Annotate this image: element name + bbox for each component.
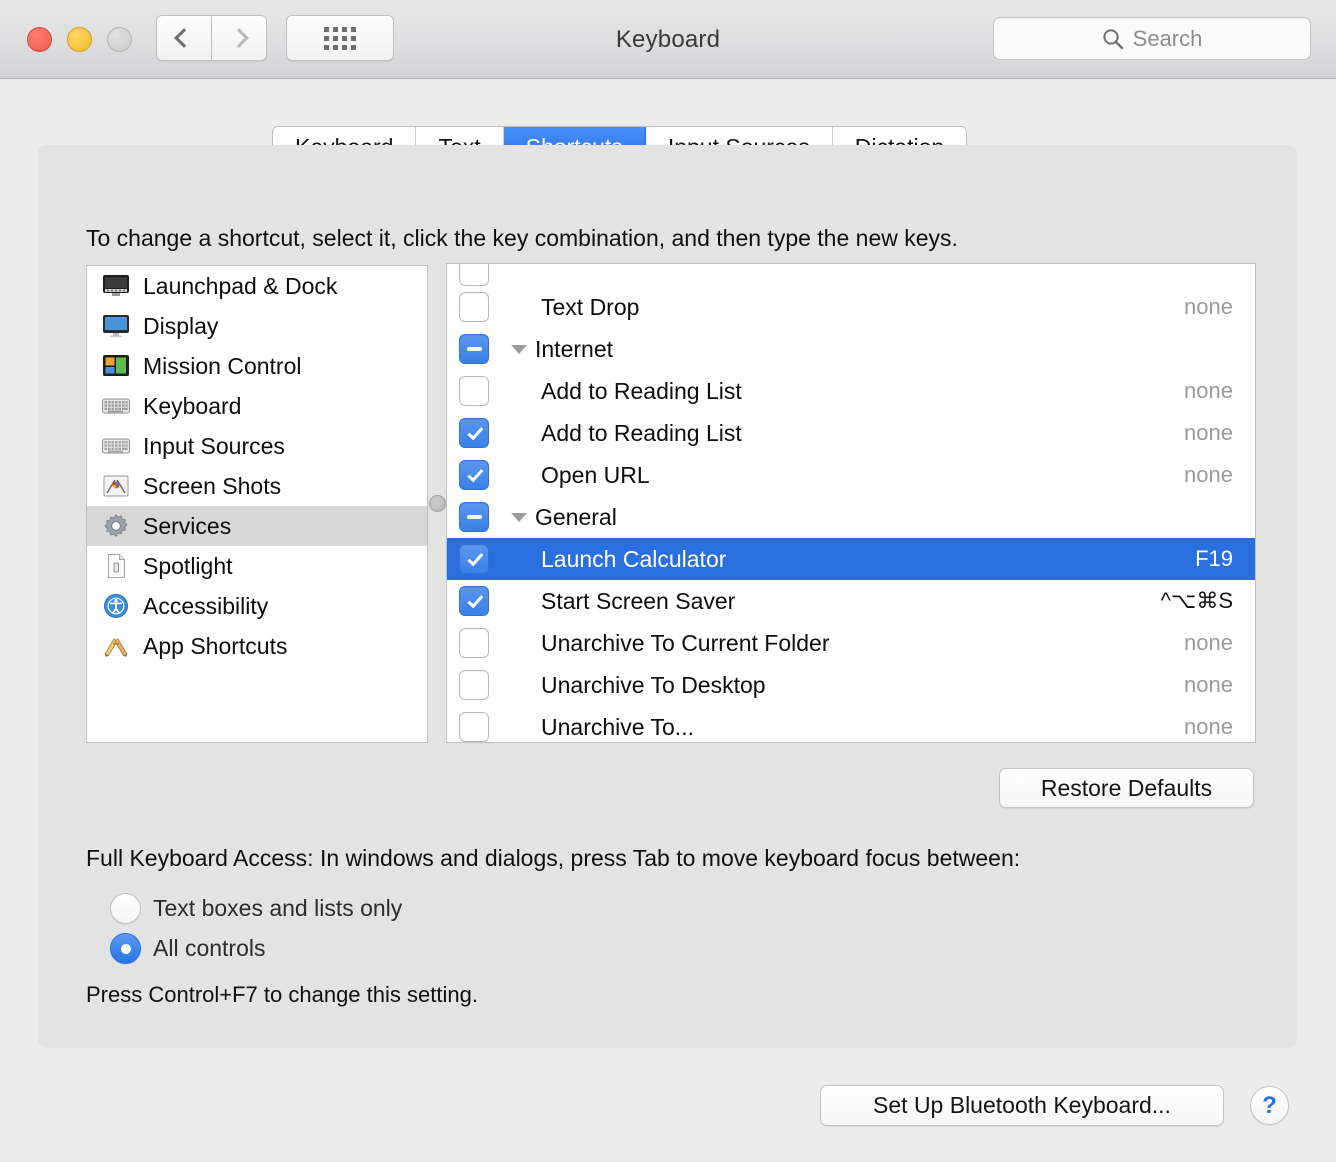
- shortcut-row[interactable]: Unarchive To Desktop none: [447, 664, 1255, 706]
- sidebar-item-input-sources[interactable]: Input Sources: [87, 426, 427, 466]
- radio-button-indicator[interactable]: [110, 933, 141, 964]
- shortcut-name: Unarchive To Desktop: [541, 671, 766, 698]
- sidebar-item-launchpad-dock[interactable]: Launchpad & Dock: [87, 266, 427, 306]
- shortcut-group-label: Internet: [535, 335, 613, 362]
- shortcut-key-combination[interactable]: none: [1055, 378, 1255, 404]
- launchpad-dock-icon: [101, 273, 131, 299]
- sidebar-item-label: App Shortcuts: [143, 632, 288, 659]
- search-icon: [1102, 28, 1124, 50]
- checkbox-unchecked-icon[interactable]: [459, 264, 489, 286]
- checkbox-checked-icon[interactable]: [459, 544, 489, 574]
- shortcut-key-combination[interactable]: none: [1055, 672, 1255, 698]
- split-view-handle[interactable]: [429, 495, 446, 512]
- radio-button-indicator[interactable]: [110, 893, 141, 924]
- checkbox-unchecked-icon[interactable]: [459, 712, 489, 742]
- shortcut-key-combination[interactable]: none: [1055, 714, 1255, 740]
- help-button[interactable]: ?: [1250, 1086, 1289, 1125]
- shortcut-name: Start Screen Saver: [541, 587, 736, 614]
- shortcut-row[interactable]: Text Drop none: [447, 286, 1255, 328]
- sidebar-item-display[interactable]: Display: [87, 306, 427, 346]
- sidebar-item-label: Accessibility: [143, 592, 269, 619]
- disclosure-triangle-down-icon[interactable]: [511, 512, 533, 522]
- sidebar-item-screen-shots[interactable]: Screen Shots: [87, 466, 427, 506]
- radio-label: All controls: [153, 935, 266, 961]
- checkbox-checked-icon[interactable]: [459, 460, 489, 490]
- shortcut-row[interactable]: Unarchive To... none: [447, 706, 1255, 742]
- app-shortcuts-icon: [101, 633, 131, 659]
- sidebar-item-services[interactable]: Services: [87, 506, 427, 546]
- sidebar-item-label: Input Sources: [143, 432, 285, 459]
- search-placeholder: Search: [1132, 25, 1203, 51]
- restore-defaults-button[interactable]: Restore Defaults: [999, 768, 1254, 808]
- mission-control-icon: [101, 353, 131, 379]
- shortcut-name: Unarchive To Current Folder: [541, 629, 830, 656]
- sidebar-item-label: Services: [143, 512, 232, 539]
- screen-shots-icon: [101, 473, 131, 499]
- shortcut-key-combination[interactable]: none: [1055, 420, 1255, 446]
- radio-text-boxes-and-lists-only[interactable]: Text boxes and lists only: [110, 893, 402, 924]
- checkbox-unchecked-icon[interactable]: [459, 670, 489, 700]
- search-input[interactable]: Search: [993, 17, 1311, 60]
- shortcut-group-row[interactable]: General: [447, 496, 1255, 538]
- shortcut-group-label: General: [535, 503, 617, 530]
- sidebar-item-label: Display: [143, 312, 219, 339]
- shortcut-key-combination[interactable]: none: [1055, 462, 1255, 488]
- shortcut-row[interactable]: Start Screen Saver ^⌥⌘S: [447, 580, 1255, 622]
- sidebar-item-accessibility[interactable]: Accessibility: [87, 586, 427, 626]
- display-icon: [101, 313, 131, 339]
- shortcut-name: Unarchive To...: [541, 713, 694, 740]
- shortcut-category-list[interactable]: Launchpad & Dock Display Mission Control Ke…: [86, 265, 428, 743]
- checkbox-mixed-icon[interactable]: [459, 334, 489, 364]
- shortcut-key-combination[interactable]: none: [1055, 294, 1255, 320]
- shortcut-name: Text Drop: [541, 293, 640, 320]
- checkbox-checked-icon[interactable]: [459, 586, 489, 616]
- keyboard-icon: [101, 393, 131, 419]
- shortcut-name: Open URL: [541, 461, 650, 488]
- sidebar-item-app-shortcuts[interactable]: App Shortcuts: [87, 626, 427, 666]
- shortcut-row[interactable]: Unarchive To Current Folder none: [447, 622, 1255, 664]
- radio-label: Text boxes and lists only: [153, 895, 403, 921]
- spotlight-document-icon: [101, 553, 131, 579]
- shortcut-name: Add to Reading List: [541, 419, 742, 446]
- shortcut-row[interactable]: Launch Calculator F19: [447, 538, 1255, 580]
- sidebar-item-label: Keyboard: [143, 392, 242, 419]
- radio-all-controls[interactable]: All controls: [110, 933, 265, 964]
- checkbox-unchecked-icon[interactable]: [459, 376, 489, 406]
- shortcut-key-combination[interactable]: ^⌥⌘S: [1055, 588, 1255, 614]
- set-up-bluetooth-keyboard-button[interactable]: Set Up Bluetooth Keyboard...: [820, 1085, 1224, 1126]
- shortcut-row[interactable]: Add to Reading List none: [447, 412, 1255, 454]
- accessibility-icon: [101, 593, 131, 619]
- sidebar-item-keyboard[interactable]: Keyboard: [87, 386, 427, 426]
- shortcut-row[interactable]: Add to Reading List none: [447, 370, 1255, 412]
- services-gear-icon: [101, 513, 131, 539]
- window-titlebar: Keyboard Search: [0, 0, 1336, 79]
- disclosure-triangle-down-icon[interactable]: [511, 344, 533, 354]
- shortcut-name: Add to Reading List: [541, 377, 742, 404]
- checkbox-unchecked-icon[interactable]: [459, 292, 489, 322]
- sidebar-item-label: Mission Control: [143, 352, 302, 379]
- checkbox-unchecked-icon[interactable]: [459, 628, 489, 658]
- shortcut-key-combination[interactable]: F19: [1055, 546, 1255, 572]
- shortcut-row[interactable]: [447, 264, 1255, 286]
- sidebar-item-label: Screen Shots: [143, 472, 282, 499]
- checkbox-checked-icon[interactable]: [459, 418, 489, 448]
- sidebar-item-mission-control[interactable]: Mission Control: [87, 346, 427, 386]
- shortcut-name: Launch Calculator: [541, 545, 727, 572]
- input-sources-icon: [101, 433, 131, 459]
- shortcut-row[interactable]: Open URL none: [447, 454, 1255, 496]
- checkbox-mixed-icon[interactable]: [459, 502, 489, 532]
- full-keyboard-access-label: Full Keyboard Access: In windows and dia…: [86, 845, 1021, 871]
- shortcut-key-combination[interactable]: none: [1055, 630, 1255, 656]
- sidebar-item-label: Spotlight: [143, 552, 233, 579]
- sidebar-item-label: Launchpad & Dock: [143, 272, 338, 299]
- full-keyboard-access-hint: Press Control+F7 to change this setting.: [86, 982, 478, 1007]
- instruction-text: To change a shortcut, select it, click t…: [86, 225, 958, 251]
- system-preferences-window: Keyboard Search KeyboardTextShortcutsInp…: [0, 0, 1336, 1162]
- shortcut-table[interactable]: Text Drop none Internet Add to Reading List…: [446, 263, 1256, 743]
- sidebar-item-spotlight[interactable]: Spotlight: [87, 546, 427, 586]
- shortcut-group-row[interactable]: Internet: [447, 328, 1255, 370]
